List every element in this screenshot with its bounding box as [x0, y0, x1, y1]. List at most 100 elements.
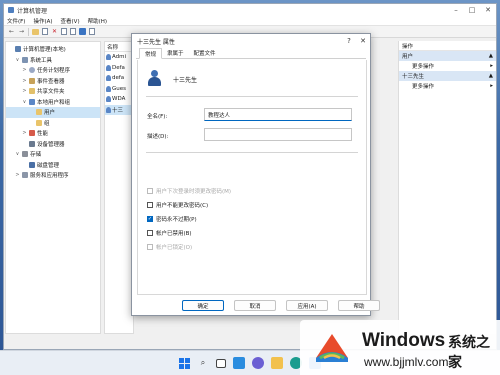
- option-checkbox-row[interactable]: 用户不能更改密码(C): [147, 201, 208, 209]
- expand-icon[interactable]: >: [22, 67, 27, 73]
- help-button[interactable]: 帮助: [338, 300, 380, 311]
- tree-item[interactable]: ∨ 存储: [6, 149, 100, 160]
- performance-icon: [29, 130, 35, 137]
- list-item-label: Admi: [112, 54, 127, 61]
- description-input[interactable]: [204, 128, 352, 141]
- clock-icon: [29, 67, 35, 74]
- window-title: 计算机管理: [17, 7, 48, 15]
- actions-more-user[interactable]: 更多操作 ▸: [399, 81, 496, 91]
- tree-item[interactable]: > 共享文件夹: [6, 86, 100, 97]
- disk-icon: [29, 161, 35, 168]
- list-item[interactable]: 十三: [105, 104, 133, 115]
- checkbox-checked-icon[interactable]: ✓: [147, 216, 153, 222]
- expand-icon[interactable]: >: [22, 88, 27, 94]
- checkbox-icon: [147, 244, 153, 250]
- checkbox-icon[interactable]: [147, 202, 153, 208]
- back-icon[interactable]: ←: [8, 28, 15, 35]
- navigation-tree: 计算机管理(本地) ∨ 系统工具 > 任务计划程序 > 事件查看器 > 共享文件夹 ∨ 本地用户和组…: [5, 41, 101, 334]
- apply-button[interactable]: 应用(A): [286, 300, 328, 311]
- search-icon[interactable]: ⌕: [197, 357, 209, 369]
- action-pane-icon[interactable]: [89, 28, 95, 35]
- properties-icon[interactable]: [61, 28, 67, 35]
- start-icon[interactable]: [179, 357, 190, 369]
- checkbox-label: 用户下次登录时须更改密码(M): [156, 189, 232, 195]
- tree-item-label: 磁盘管理: [37, 162, 60, 169]
- checkbox-icon: [147, 188, 153, 194]
- divider: [146, 96, 358, 97]
- tab-general[interactable]: 常规: [139, 48, 163, 59]
- chat-icon[interactable]: [252, 357, 264, 369]
- list-item[interactable]: Admi: [105, 52, 133, 63]
- show-tree-icon[interactable]: [42, 28, 48, 35]
- actions-group-users[interactable]: 用户 ▲: [399, 51, 496, 61]
- help-question-icon[interactable]: ?: [342, 37, 356, 45]
- actions-item-label: 更多操作: [412, 84, 435, 90]
- expand-icon[interactable]: >: [15, 172, 20, 178]
- tree-item[interactable]: > 服务和应用程序: [6, 170, 100, 181]
- user-icon: [106, 96, 111, 103]
- dialog-title: 十三先生 属性: [137, 38, 175, 46]
- task-view-icon[interactable]: [216, 358, 226, 368]
- file-explorer-icon[interactable]: [271, 357, 283, 369]
- delete-icon[interactable]: ✕: [51, 28, 58, 35]
- list-item[interactable]: defa: [105, 73, 133, 84]
- close-icon[interactable]: ✕: [480, 4, 496, 16]
- folder-icon: [36, 119, 42, 126]
- tree-item-label: 组: [44, 120, 50, 127]
- collapse-icon[interactable]: ∨: [15, 151, 20, 157]
- list-item[interactable]: WDA: [105, 94, 133, 105]
- tree-item[interactable]: 计算机管理(本地): [6, 44, 100, 55]
- option-checkbox-row[interactable]: ✓ 密码永不过期(P): [147, 215, 197, 223]
- menu-help[interactable]: 帮助(H): [88, 17, 107, 25]
- option-checkbox-row[interactable]: 帐户已禁用(B): [147, 229, 192, 237]
- menu-file[interactable]: 文件(F): [7, 17, 25, 25]
- tree-item-label: 事件查看器: [37, 78, 65, 85]
- menu-action[interactable]: 操作(A): [33, 17, 52, 25]
- tree-item[interactable]: 用户: [6, 107, 100, 118]
- tab-member-of[interactable]: 隶属于: [162, 48, 189, 58]
- dialog-title-bar: 十三先生 属性 ? ✕: [132, 34, 370, 48]
- forward-icon[interactable]: →: [18, 28, 25, 35]
- actions-header: 操作: [399, 41, 496, 51]
- list-item[interactable]: Gues: [105, 84, 133, 95]
- user-properties-dialog: 十三先生 属性 ? ✕ 常规 隶属于 配置文件 十三先生 全名(F): 教程达人…: [131, 33, 380, 316]
- cancel-button[interactable]: 取消: [234, 300, 276, 311]
- list-item[interactable]: Defa: [105, 63, 133, 74]
- list-header-name[interactable]: 名称: [105, 42, 133, 52]
- maximize-icon[interactable]: □: [464, 4, 480, 16]
- collapse-icon[interactable]: ∨: [22, 99, 27, 105]
- computer-management-icon: [8, 7, 14, 13]
- tree-item[interactable]: 设备管理器: [6, 139, 100, 150]
- minimize-icon[interactable]: –: [448, 4, 464, 16]
- tree-item[interactable]: > 事件查看器: [6, 76, 100, 87]
- tree-item-label: 服务和应用程序: [30, 173, 69, 180]
- actions-group-user[interactable]: 十三先生 ▲: [399, 71, 496, 81]
- expand-icon[interactable]: >: [22, 78, 27, 84]
- actions-more-users[interactable]: 更多操作 ▸: [399, 61, 496, 71]
- up-folder-icon[interactable]: [32, 28, 39, 35]
- services-icon: [22, 172, 28, 179]
- checkbox-icon[interactable]: [147, 230, 153, 236]
- export-icon[interactable]: [70, 28, 76, 35]
- tree-item[interactable]: > 任务计划程序: [6, 65, 100, 76]
- widgets-icon[interactable]: [233, 357, 245, 369]
- collapse-icon[interactable]: ∨: [15, 57, 20, 63]
- tree-item[interactable]: 组: [6, 118, 100, 129]
- tab-profile[interactable]: 配置文件: [189, 48, 221, 58]
- fullname-label: 全名(F):: [147, 114, 168, 120]
- divider: [146, 152, 358, 153]
- fullname-input[interactable]: 教程达人: [204, 108, 352, 121]
- ok-button[interactable]: 确定: [182, 300, 224, 311]
- tree-item[interactable]: > 性能: [6, 128, 100, 139]
- dialog-close-icon[interactable]: ✕: [356, 37, 370, 45]
- menu-view[interactable]: 查看(V): [61, 17, 80, 25]
- tree-item[interactable]: ∨ 系统工具: [6, 55, 100, 66]
- option-checkbox-row: 帐户已锁定(O): [147, 243, 192, 251]
- tree-item[interactable]: ∨ 本地用户和组: [6, 97, 100, 108]
- watermark: Windows 系统之家 www.bjjmlv.com: [300, 320, 500, 375]
- help-icon[interactable]: [79, 28, 86, 35]
- tree-item[interactable]: 磁盘管理: [6, 160, 100, 171]
- storage-icon: [22, 151, 28, 158]
- expand-icon[interactable]: >: [22, 130, 27, 136]
- checkbox-label: 密码永不过期(P): [156, 217, 197, 223]
